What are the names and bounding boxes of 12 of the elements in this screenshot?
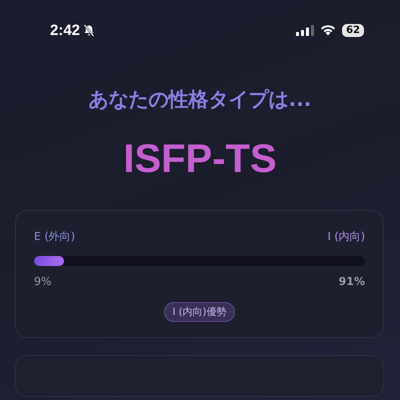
left-label: E (外向) [34, 229, 76, 244]
signal-icon [296, 24, 314, 36]
wifi-icon [320, 24, 336, 36]
heading: あなたの性格タイプは... [88, 86, 312, 113]
right-label: I (内向) [328, 229, 365, 244]
status-time: 2:42 [50, 22, 80, 38]
battery-icon: 62 [342, 24, 364, 36]
right-percent: 91% [338, 275, 365, 288]
bell-muted-icon [83, 24, 96, 36]
dominant-badge: I (内向)優勢 [164, 302, 236, 322]
left-percent: 9% [34, 275, 52, 288]
type-code: ISFP-TS [122, 137, 278, 182]
